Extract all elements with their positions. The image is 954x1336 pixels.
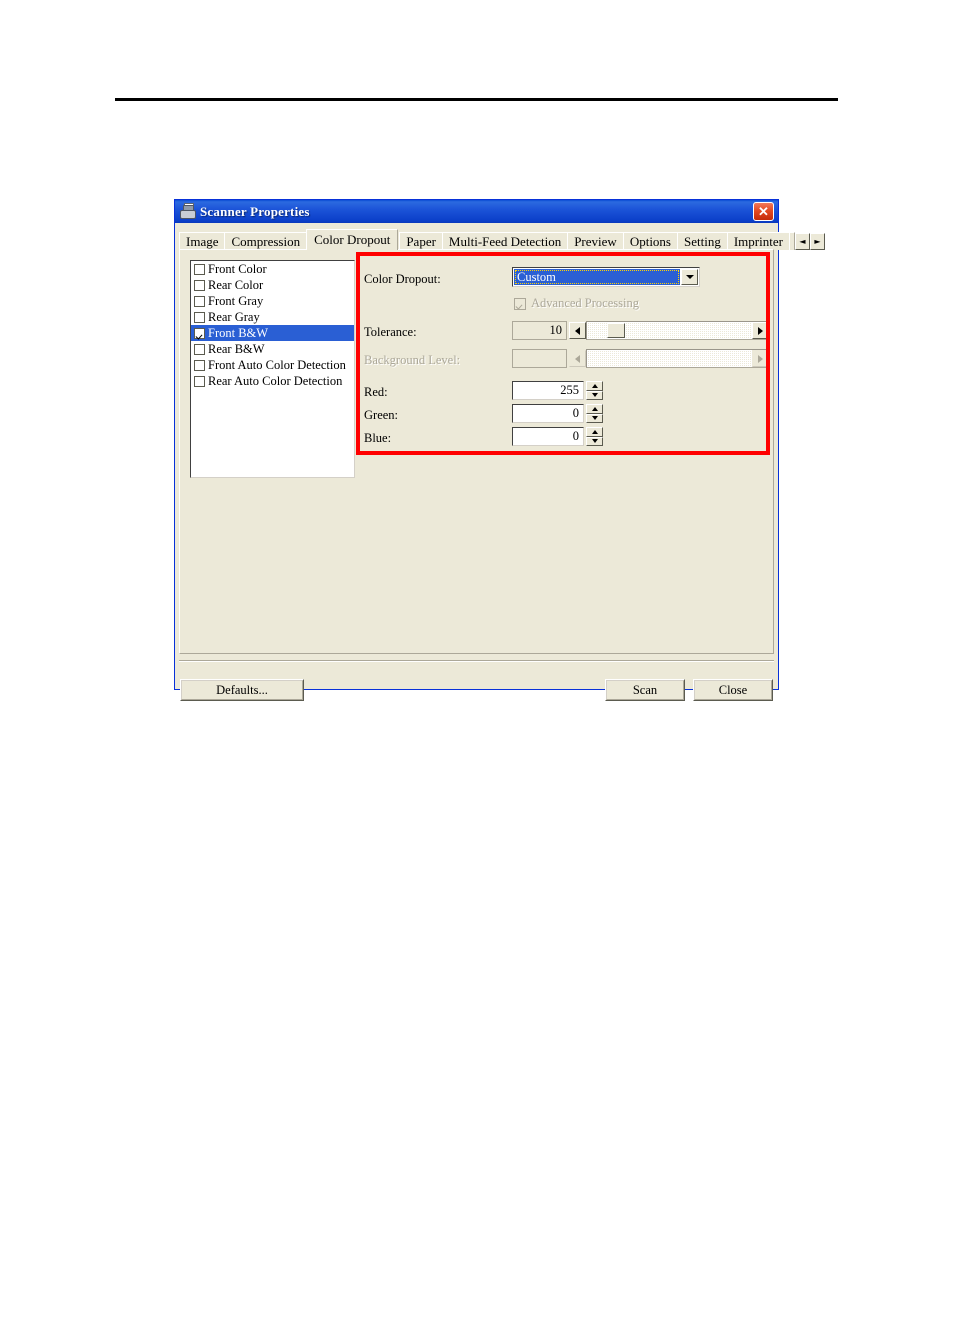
background-level-slider-group	[512, 349, 770, 368]
tab-multi-feed-detection[interactable]: Multi-Feed Detection	[441, 232, 569, 250]
checkbox-icon[interactable]	[194, 295, 205, 307]
color-dropout-label: Color Dropout:	[364, 271, 441, 286]
color-dropout-settings-panel: Color Dropout: Custom Advanced Processin…	[364, 258, 770, 480]
dialog-title: Scanner Properties	[200, 203, 310, 219]
defaults-button[interactable]: Defaults...	[180, 679, 304, 701]
list-item-label: Front Color	[208, 261, 267, 276]
green-stepper: 0	[512, 404, 603, 423]
green-spin-buttons	[586, 404, 603, 423]
blue-spin-buttons	[586, 427, 603, 446]
tab-scroll-left-icon[interactable]: ◄	[794, 233, 810, 250]
red-label: Red:	[364, 384, 388, 399]
blue-spin-up-icon[interactable]	[586, 427, 603, 437]
list-item[interactable]: Rear B&W	[191, 341, 354, 357]
list-item-selected[interactable]: Front B&W	[191, 325, 354, 341]
red-spin-up-icon[interactable]	[586, 381, 603, 391]
green-spin-down-icon[interactable]	[586, 413, 603, 423]
checkbox-checked-icon[interactable]	[194, 327, 205, 339]
red-spin-buttons	[586, 381, 603, 400]
close-icon[interactable]: ✕	[753, 202, 774, 221]
background-level-increment-button	[752, 350, 769, 367]
tab-paper[interactable]: Paper	[399, 232, 443, 250]
green-spin-up-icon[interactable]	[586, 404, 603, 414]
color-dropout-tab-page: Front Color Rear Color Front Gray Rear G…	[179, 249, 774, 654]
tolerance-increment-button[interactable]	[752, 322, 769, 339]
red-stepper: 255	[512, 381, 603, 400]
color-dropout-select[interactable]: Custom	[512, 267, 700, 287]
checkbox-icon[interactable]	[194, 311, 205, 323]
dialog-client-area: Image Compression Color Dropout Paper Mu…	[176, 224, 825, 701]
tab-color-dropout[interactable]: Color Dropout	[306, 229, 399, 250]
dialog-button-bar: Defaults... Scan Close	[176, 660, 777, 716]
tab-image[interactable]: Image	[179, 232, 226, 250]
checkbox-icon[interactable]	[194, 375, 205, 387]
blue-spin-down-icon[interactable]	[586, 436, 603, 446]
green-input[interactable]: 0	[512, 404, 584, 423]
list-item-label: Front Gray	[208, 293, 264, 308]
tolerance-slider-group: 10	[512, 321, 770, 340]
close-button[interactable]: Close	[693, 679, 773, 701]
background-level-slider-track	[586, 349, 770, 368]
list-item[interactable]: Rear Auto Color Detection	[191, 373, 354, 389]
tolerance-slider-track[interactable]	[586, 321, 770, 340]
blue-input[interactable]: 0	[512, 427, 584, 446]
list-item[interactable]: Front Gray	[191, 293, 354, 309]
blue-label: Blue:	[364, 430, 392, 445]
list-item-label: Rear Color	[208, 277, 264, 292]
color-dropout-value: Custom	[514, 269, 680, 285]
tolerance-slider-thumb[interactable]	[607, 323, 625, 338]
checkbox-checked-disabled-icon	[514, 297, 526, 310]
scanner-properties-dialog: Scanner Properties ✕ Image Compression C…	[174, 199, 825, 701]
list-item[interactable]: Rear Color	[191, 277, 354, 293]
advanced-processing-checkbox: Advanced Processing	[514, 296, 639, 311]
checkbox-icon[interactable]	[194, 279, 205, 291]
red-input[interactable]: 255	[512, 381, 584, 400]
button-bar-divider	[179, 660, 774, 662]
checkbox-icon[interactable]	[194, 263, 205, 275]
dialog-titlebar[interactable]: Scanner Properties ✕	[175, 200, 778, 223]
background-level-decrement-button	[569, 350, 586, 367]
background-level-label: Background Level:	[364, 352, 461, 367]
scanner-icon	[179, 203, 196, 220]
green-label: Green:	[364, 407, 399, 422]
blue-stepper: 0	[512, 427, 603, 446]
tab-compression[interactable]: Compression	[224, 232, 308, 250]
list-item-label: Front Auto Color Detection	[208, 357, 346, 372]
checkbox-icon[interactable]	[194, 343, 205, 355]
list-item[interactable]: Rear Gray	[191, 309, 354, 325]
list-item-label: Front B&W	[208, 325, 269, 340]
page-header-rule	[115, 98, 838, 101]
red-spin-down-icon[interactable]	[586, 390, 603, 400]
tab-strip: Image Compression Color Dropout Paper Mu…	[179, 229, 825, 250]
list-item-label: Rear Auto Color Detection	[208, 373, 343, 388]
list-item[interactable]: Front Color	[191, 261, 354, 277]
list-item-label: Rear B&W	[208, 341, 265, 356]
scan-source-list[interactable]: Front Color Rear Color Front Gray Rear G…	[190, 260, 355, 478]
tab-imprinter[interactable]: Imprinter	[726, 232, 790, 250]
advanced-processing-label: Advanced Processing	[531, 296, 639, 310]
chevron-down-icon[interactable]	[681, 269, 698, 285]
scan-button[interactable]: Scan	[605, 679, 685, 701]
tab-options[interactable]: Options	[622, 232, 678, 250]
tab-scroll-right-icon[interactable]: ►	[809, 233, 825, 250]
checkbox-icon[interactable]	[194, 359, 205, 371]
tab-scroll-buttons: ◄ ►	[794, 232, 825, 250]
tab-preview[interactable]: Preview	[567, 232, 624, 250]
tolerance-label: Tolerance:	[364, 324, 417, 339]
tab-setting[interactable]: Setting	[676, 232, 728, 250]
tolerance-decrement-button[interactable]	[569, 322, 586, 339]
tolerance-value[interactable]: 10	[512, 321, 567, 340]
list-item[interactable]: Front Auto Color Detection	[191, 357, 354, 373]
background-level-value	[512, 349, 567, 368]
list-item-label: Rear Gray	[208, 309, 260, 324]
